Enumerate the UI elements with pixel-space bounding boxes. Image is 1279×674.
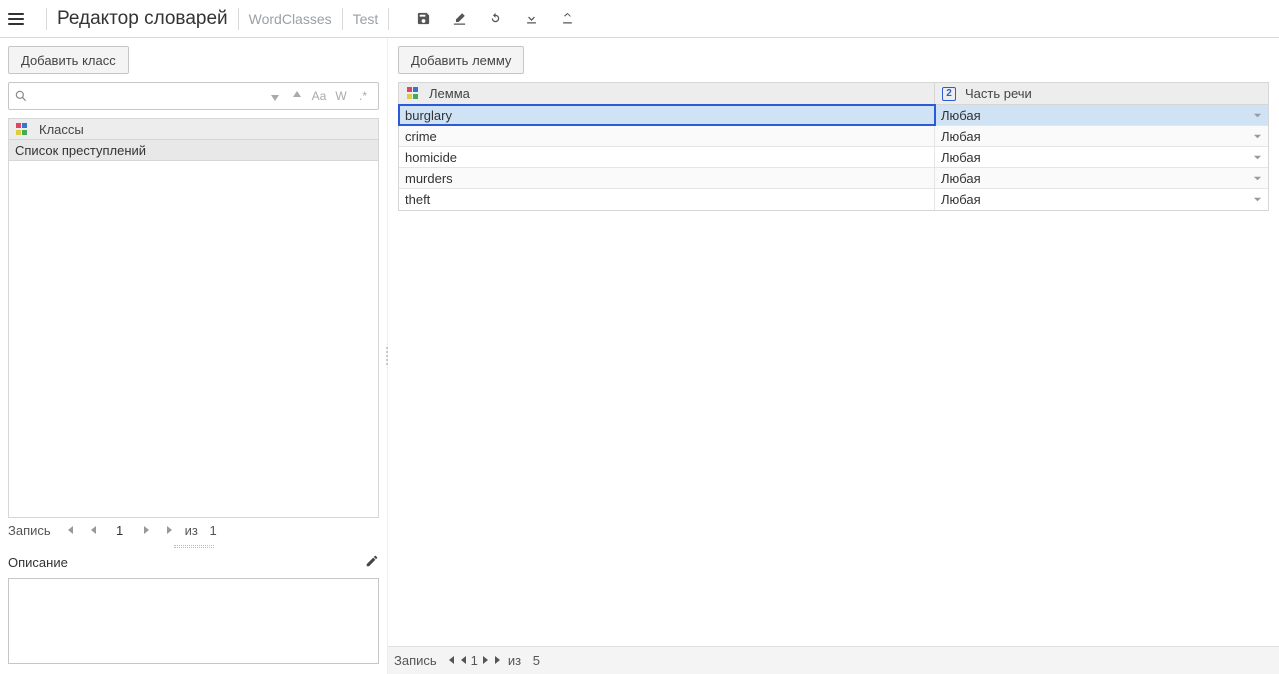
chevron-down-icon[interactable]	[1253, 150, 1262, 165]
pager-label: Запись	[394, 653, 437, 668]
refresh-icon[interactable]	[477, 4, 513, 34]
add-class-button[interactable]: Добавить класс	[8, 46, 129, 74]
separator	[46, 8, 47, 30]
horizontal-splitter[interactable]	[8, 542, 379, 550]
right-body	[398, 211, 1269, 646]
pager-first-button[interactable]	[445, 653, 455, 668]
pager-next-button[interactable]	[137, 520, 157, 540]
upload-icon[interactable]	[549, 4, 585, 34]
grid-icon	[405, 87, 421, 101]
class-row[interactable]: Список преступлений	[9, 140, 378, 160]
sort-asc-button[interactable]	[286, 85, 308, 107]
pos-cell[interactable]: Любая	[935, 147, 1268, 167]
lemma-table: Лемма 2 Часть речи burglary Любая crime Люб…	[398, 82, 1269, 211]
col-header-pos[interactable]: 2 Часть речи	[935, 83, 1268, 104]
classes-list: Список преступлений	[8, 140, 379, 161]
pos-value: Любая	[941, 108, 981, 123]
add-lemma-button[interactable]: Добавить лемму	[398, 46, 524, 74]
regex-toggle[interactable]: .*	[352, 85, 374, 107]
col-header-pos-label: Часть речи	[965, 86, 1032, 101]
lemma-cell[interactable]: murders	[399, 168, 935, 188]
pos-cell[interactable]: Любая	[935, 168, 1268, 188]
lemma-row[interactable]: theft Любая	[399, 189, 1268, 210]
search-input[interactable]	[33, 89, 260, 104]
pager-current: 1	[107, 523, 133, 538]
pos-value: Любая	[941, 192, 981, 207]
toolbar	[405, 4, 585, 34]
pos-value: Любая	[941, 129, 981, 144]
pos-cell[interactable]: Любая	[935, 189, 1268, 210]
pos-value: Любая	[941, 150, 981, 165]
top-bar: Редактор словарей WordClasses Test	[0, 0, 1279, 38]
content: Добавить класс Aa W .* Классы Список пре…	[0, 38, 1279, 674]
description-label: Описание	[8, 555, 68, 570]
pager-of-prefix: из	[185, 523, 198, 538]
col-index-badge: 2	[942, 87, 956, 101]
app-title: Редактор словарей	[57, 8, 228, 30]
chevron-down-icon[interactable]	[1253, 192, 1262, 207]
pager-last-button[interactable]	[494, 653, 504, 668]
pager-total: 5	[533, 653, 540, 668]
pos-cell[interactable]: Любая	[935, 126, 1268, 146]
lemma-row[interactable]: crime Любая	[399, 126, 1268, 147]
separator	[388, 8, 389, 30]
lemma-cell[interactable]: burglary	[399, 105, 935, 125]
lemma-cell[interactable]: homicide	[399, 147, 935, 167]
pager-first-button[interactable]	[59, 520, 79, 540]
edit-description-button[interactable]	[365, 554, 379, 571]
pager-of-prefix: из	[508, 653, 521, 668]
lemma-row[interactable]: burglary Любая	[399, 105, 1268, 126]
classes-header-label: Классы	[39, 122, 84, 137]
pager-label: Запись	[8, 523, 51, 538]
chevron-down-icon[interactable]	[1253, 129, 1262, 144]
grid-icon	[15, 122, 31, 136]
separator	[342, 8, 343, 30]
menu-hamburger-icon[interactable]	[8, 8, 30, 30]
pager-next-button[interactable]	[482, 653, 490, 668]
pos-value: Любая	[941, 171, 981, 186]
lemma-row[interactable]: homicide Любая	[399, 147, 1268, 168]
search-bar: Aa W .*	[8, 82, 379, 110]
col-header-lemma-label: Лемма	[429, 86, 470, 101]
left-panel: Добавить класс Aa W .* Классы Список пре…	[0, 38, 388, 674]
pos-cell[interactable]: Любая	[935, 105, 1268, 125]
description-box[interactable]	[8, 578, 379, 664]
sort-desc-button[interactable]	[264, 85, 286, 107]
save-icon[interactable]	[405, 4, 441, 34]
whole-word-toggle[interactable]: W	[330, 85, 352, 107]
classes-header: Классы	[8, 118, 379, 140]
lemma-cell[interactable]: theft	[399, 189, 935, 210]
right-panel: Добавить лемму Лемма 2 Часть речи burgla…	[388, 38, 1279, 674]
match-case-toggle[interactable]: Aa	[308, 85, 330, 107]
right-pager: Запись 1 из 5	[388, 646, 1279, 674]
pager-prev-button[interactable]	[83, 520, 103, 540]
left-pager: Запись 1 из 1	[8, 518, 379, 542]
pager-total: 1	[210, 523, 217, 538]
erase-icon[interactable]	[441, 4, 477, 34]
breadcrumb-leaf[interactable]: Test	[353, 11, 379, 27]
search-icon	[9, 89, 33, 103]
lemma-cell[interactable]: crime	[399, 126, 935, 146]
pager-last-button[interactable]	[161, 520, 181, 540]
lemma-row[interactable]: murders Любая	[399, 168, 1268, 189]
download-icon[interactable]	[513, 4, 549, 34]
breadcrumb-root[interactable]: WordClasses	[249, 11, 332, 27]
chevron-down-icon[interactable]	[1253, 108, 1262, 123]
pager-current: 1	[471, 653, 478, 668]
lemma-table-header: Лемма 2 Часть речи	[399, 83, 1268, 105]
separator	[238, 8, 239, 30]
classes-body	[8, 161, 379, 518]
col-header-lemma[interactable]: Лемма	[399, 83, 935, 104]
chevron-down-icon[interactable]	[1253, 171, 1262, 186]
pager-prev-button[interactable]	[459, 653, 467, 668]
